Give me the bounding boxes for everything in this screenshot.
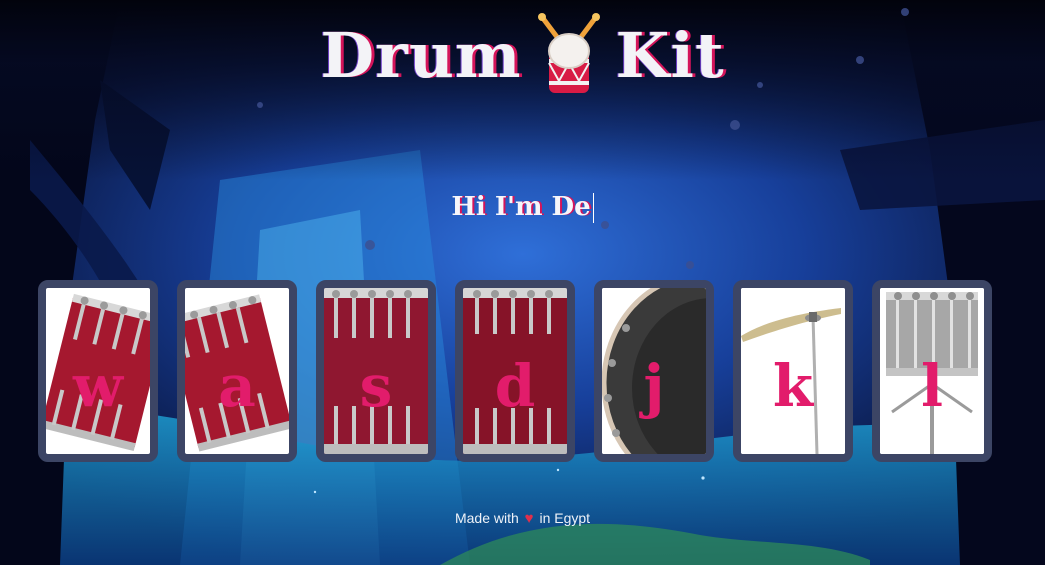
drum-button-d[interactable]: d [455, 280, 575, 462]
drum-key-label: a [218, 352, 256, 420]
drum-button-w[interactable]: w [38, 280, 158, 462]
drum-button-k[interactable]: k [733, 280, 853, 462]
typing-subtitle: Hi I'm De [0, 192, 1045, 223]
drum-key-label: j [643, 352, 665, 420]
drum-icon [534, 11, 604, 101]
drum-key-label: s [359, 352, 393, 420]
drum-key-label: l [920, 352, 944, 420]
drum-kit-page: Drum Kit Hi I'm De w a s d j k l Made wi… [0, 0, 1045, 565]
footer: Made with ♥ in Egypt [0, 510, 1045, 527]
drum-button-a[interactable]: a [177, 280, 297, 462]
title-word-kit: Kit [615, 19, 725, 92]
page-title: Drum Kit [0, 6, 1045, 101]
footer-location: in Egypt [539, 510, 591, 526]
subtitle-text: Hi I'm De [451, 192, 591, 222]
drum-key-label: k [772, 352, 814, 420]
drum-button-s[interactable]: s [316, 280, 436, 462]
heart-icon: ♥ [524, 510, 534, 527]
footer-made-with: Made with [454, 510, 519, 526]
drum-key-label: w [73, 352, 123, 420]
drum-button-l[interactable]: l [872, 280, 992, 462]
drum-button-j[interactable]: j [594, 280, 714, 462]
drum-buttons-row: w a s d j k l [38, 280, 998, 462]
text-caret [592, 193, 594, 223]
drum-key-label: d [494, 352, 536, 420]
title-word-drum: Drum [320, 19, 522, 92]
